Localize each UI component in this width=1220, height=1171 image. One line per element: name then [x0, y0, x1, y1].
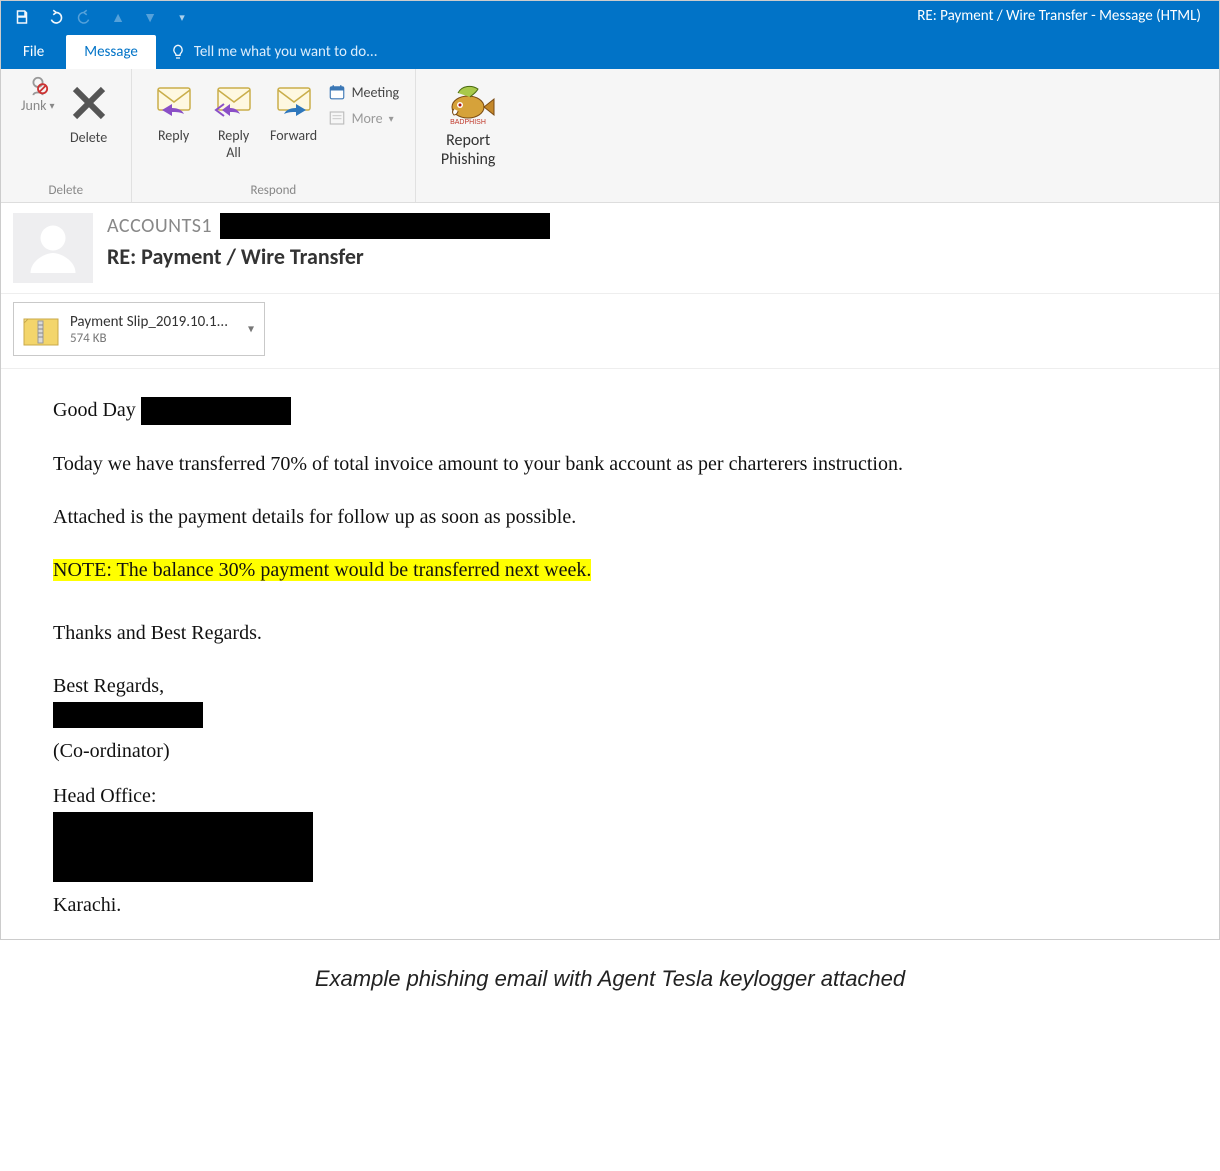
- sig-city: Karachi.: [53, 892, 1179, 919]
- chevron-down-icon[interactable]: ▾: [248, 322, 254, 337]
- more-button[interactable]: More ▾: [324, 107, 404, 129]
- redacted-sig-name: [53, 702, 203, 728]
- redo-icon[interactable]: [77, 8, 95, 26]
- reply-button[interactable]: Reply: [144, 75, 204, 148]
- redacted-recipient: [141, 397, 291, 425]
- sender-avatar: [13, 213, 93, 283]
- tab-file[interactable]: File: [1, 35, 66, 69]
- figure-caption: Example phishing email with Agent Tesla …: [0, 940, 1220, 1002]
- zip-folder-icon: [22, 309, 60, 349]
- body-note-highlighted: NOTE: The balance 30% payment would be t…: [53, 559, 591, 581]
- message-subject: RE: Payment / Wire Transfer: [107, 243, 550, 270]
- group-label-respond: Respond: [132, 183, 416, 202]
- meeting-button[interactable]: Meeting: [324, 81, 404, 103]
- tab-message[interactable]: Message: [66, 35, 156, 69]
- lightbulb-icon: [170, 44, 186, 60]
- forward-button[interactable]: Forward: [264, 75, 324, 148]
- ribbon-group-respond: Reply Reply All Forward Meeting: [132, 69, 417, 202]
- delete-button[interactable]: Delete: [59, 75, 119, 150]
- phish-fish-icon: BADPHISH: [440, 79, 496, 129]
- tell-me-search[interactable]: Tell me what you want to do...: [156, 35, 392, 69]
- report-phishing-button[interactable]: BADPHISH Report Phishing: [434, 75, 502, 173]
- meeting-icon: [328, 83, 346, 101]
- signature-block: Best Regards, (Co-ordinator) Head Office…: [53, 673, 1179, 919]
- ribbon-tabs: File Message Tell me what you want to do…: [1, 33, 1219, 69]
- sig-best-regards: Best Regards,: [53, 673, 1179, 700]
- qat-up-icon[interactable]: ▲: [109, 8, 127, 26]
- qat-down-icon[interactable]: ▼: [141, 8, 159, 26]
- more-icon: [328, 109, 346, 127]
- reply-icon: [150, 79, 198, 125]
- sig-head-office: Head Office:: [53, 783, 1179, 810]
- tell-me-label: Tell me what you want to do...: [194, 43, 378, 61]
- redacted-sender-address: [220, 213, 550, 239]
- titlebar: ▲ ▼ ▾ RE: Payment / Wire Transfer - Mess…: [1, 1, 1219, 33]
- ribbon-group-phishing: BADPHISH Report Phishing: [416, 69, 520, 202]
- attachments-bar: Payment Slip_2019.10.1... 574 KB ▾: [1, 294, 1219, 369]
- body-paragraph-2: Attached is the payment details for foll…: [53, 504, 1179, 531]
- sig-role: (Co-ordinator): [53, 738, 1179, 765]
- reply-all-button[interactable]: Reply All: [204, 75, 264, 165]
- ribbon: Junk▾ Delete Delete Reply Reply All: [1, 69, 1219, 203]
- junk-icon: [27, 75, 49, 97]
- group-label-delete: Delete: [1, 183, 131, 202]
- body-paragraph-1: Today we have transferred 70% of total i…: [53, 451, 1179, 478]
- ribbon-group-delete: Junk▾ Delete Delete: [1, 69, 132, 202]
- attachment-chip[interactable]: Payment Slip_2019.10.1... 574 KB ▾: [13, 302, 265, 356]
- quick-access-toolbar: ▲ ▼ ▾: [1, 8, 191, 26]
- outlook-message-window: ▲ ▼ ▾ RE: Payment / Wire Transfer - Mess…: [0, 0, 1220, 940]
- save-icon[interactable]: [13, 8, 31, 26]
- junk-button[interactable]: Junk▾: [13, 75, 59, 114]
- message-header: ACCOUNTS1 RE: Payment / Wire Transfer: [1, 203, 1219, 294]
- undo-icon[interactable]: [45, 8, 63, 26]
- body-thanks: Thanks and Best Regards.: [53, 620, 1179, 647]
- attachment-filesize: 574 KB: [70, 331, 228, 346]
- attachment-filename: Payment Slip_2019.10.1...: [70, 313, 228, 331]
- svg-text:BADPHISH: BADPHISH: [450, 119, 486, 126]
- reply-all-icon: [210, 79, 258, 125]
- window-title: RE: Payment / Wire Transfer - Message (H…: [917, 7, 1201, 25]
- delete-x-icon: [65, 79, 113, 127]
- qat-customize-icon[interactable]: ▾: [173, 8, 191, 26]
- body-greeting: Good Day: [53, 399, 136, 421]
- redacted-address: [53, 812, 313, 882]
- forward-icon: [270, 79, 318, 125]
- message-body: Good Day Today we have transferred 70% o…: [1, 369, 1219, 939]
- sender-name: ACCOUNTS1: [107, 214, 212, 238]
